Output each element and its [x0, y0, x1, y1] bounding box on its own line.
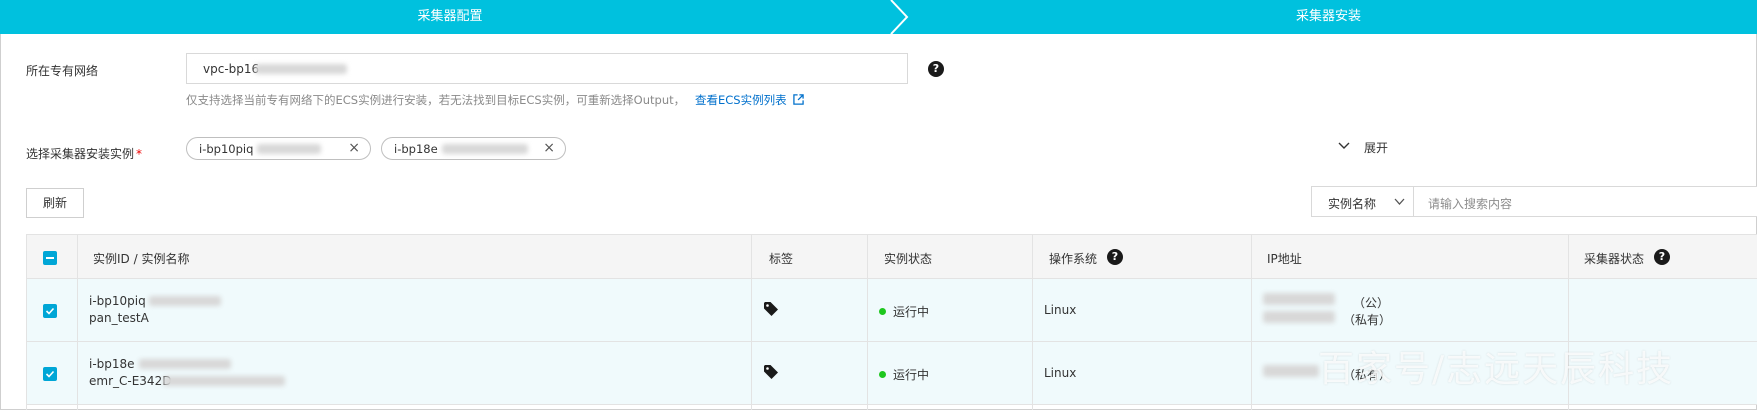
running-status-dot [879, 371, 886, 378]
instance-name: emr_C-E342D [89, 374, 172, 388]
redacted-private-ip [1263, 311, 1335, 323]
search-field-value: 实例名称 [1328, 197, 1377, 211]
header-instance: 实例ID / 实例名称 [93, 252, 190, 266]
check-icon [45, 370, 55, 378]
expand-toggle[interactable]: 展开 [1364, 139, 1388, 156]
search-field-select[interactable]: 实例名称 [1311, 186, 1414, 217]
redacted-public-ip [1263, 293, 1335, 305]
redacted-private-ip [1263, 365, 1319, 377]
running-status-dot [879, 308, 886, 315]
header-tags: 标签 [769, 252, 794, 266]
operating-system: Linux [1044, 303, 1077, 317]
column-divider [751, 234, 752, 410]
selected-instance-tag: i-bp10piq × [186, 137, 371, 160]
remove-tag-icon[interactable]: × [348, 140, 360, 156]
search-placeholder: 请输入搜索内容 [1428, 197, 1513, 211]
column-divider [1251, 234, 1252, 410]
step-collector-config: 采集器配置 [417, 9, 483, 24]
vpc-label: 所在专有网络 [26, 64, 99, 78]
table-header: 实例ID / 实例名称 标签 实例状态 操作系统 ? IP地址 采集器状态 ? [27, 234, 1757, 279]
row-checkbox[interactable] [43, 367, 57, 381]
private-ip-label: （私有） [1343, 313, 1392, 327]
selected-instance-text: i-bp18e [394, 142, 438, 156]
instance-status: 运行中 [879, 366, 929, 383]
redacted-instance-name [163, 376, 285, 386]
column-divider [867, 234, 868, 410]
view-ecs-list-link[interactable]: 查看ECS实例列表 [695, 92, 787, 108]
instance-id: i-bp10piq [89, 294, 146, 308]
remove-tag-icon[interactable]: × [543, 140, 555, 156]
tag-icon[interactable] [763, 364, 779, 380]
instances-label-text: 选择采集器安装实例 [26, 147, 135, 161]
table-row[interactable]: i-bp10piq pan_testA 运行中 Linux （公） （私有） [27, 279, 1757, 342]
search-input[interactable]: 请输入搜索内容 [1413, 186, 1757, 217]
redacted-instance-id [442, 144, 528, 154]
select-all-checkbox[interactable] [43, 251, 57, 265]
header-collector-status: 采集器状态 [1584, 252, 1645, 266]
external-link-icon[interactable] [793, 94, 804, 105]
refresh-button[interactable]: 刷新 [26, 188, 84, 218]
steps-bar: 采集器配置 采集器安装 [0, 0, 1757, 34]
chevron-down-icon [1394, 198, 1405, 205]
os-help-icon[interactable]: ? [1107, 249, 1123, 265]
column-divider [77, 234, 78, 410]
header-status: 实例状态 [884, 252, 933, 266]
instance-status: 运行中 [879, 303, 929, 320]
instance-status-text: 运行中 [893, 305, 930, 319]
watermark: 百家号/志远天辰科技 [1318, 349, 1675, 390]
tag-icon[interactable] [763, 301, 779, 317]
redacted-instance-id [139, 359, 231, 369]
public-ip-label: （公） [1353, 296, 1390, 310]
redacted-instance-id [257, 144, 321, 154]
vpc-input[interactable]: vpc-bp16 [186, 53, 908, 84]
redacted-vpc-id [255, 64, 347, 74]
vpc-hint: 仅支持选择当前专有网络下的ECS实例进行安装，若无法找到目标ECS实例，可重新选… [186, 93, 686, 107]
required-star: * [136, 147, 143, 161]
check-icon [45, 307, 55, 315]
instance-name: pan_testA [89, 311, 149, 325]
row-checkbox[interactable] [43, 304, 57, 318]
selected-instance-text: i-bp10piq [199, 142, 254, 156]
instance-status-text: 运行中 [893, 368, 930, 382]
vpc-value: vpc-bp16 [203, 62, 260, 76]
redacted-instance-id [149, 296, 221, 306]
collector-status-help-icon[interactable]: ? [1654, 249, 1670, 265]
chevron-down-icon[interactable] [1338, 141, 1350, 151]
selected-instance-tag: i-bp18e × [381, 137, 566, 160]
instances-label: 选择采集器安装实例 * [26, 145, 142, 162]
vpc-help-icon[interactable]: ? [928, 61, 944, 77]
header-ip: IP地址 [1267, 252, 1302, 266]
instance-id: i-bp18e [89, 357, 135, 371]
operating-system: Linux [1044, 366, 1077, 380]
step-collector-install: 采集器安装 [1295, 9, 1361, 24]
column-divider [1032, 234, 1033, 410]
header-os: 操作系统 [1049, 252, 1098, 266]
